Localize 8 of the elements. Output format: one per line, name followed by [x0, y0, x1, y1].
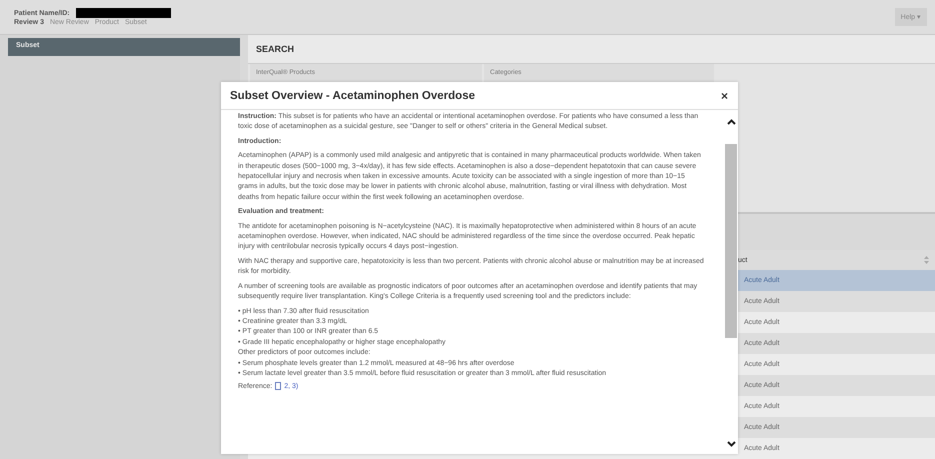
scrollbar-thumb[interactable] — [725, 144, 737, 338]
document-icon — [275, 382, 282, 390]
chevron-up-icon[interactable] — [726, 119, 736, 125]
chevron-down-icon[interactable] — [726, 441, 736, 447]
dialog-title: Subset Overview - Acetaminophen Overdose — [230, 90, 475, 102]
search-title: SEARCH — [248, 35, 935, 64]
close-button[interactable]: × — [716, 88, 732, 102]
sort-icon — [924, 256, 929, 264]
